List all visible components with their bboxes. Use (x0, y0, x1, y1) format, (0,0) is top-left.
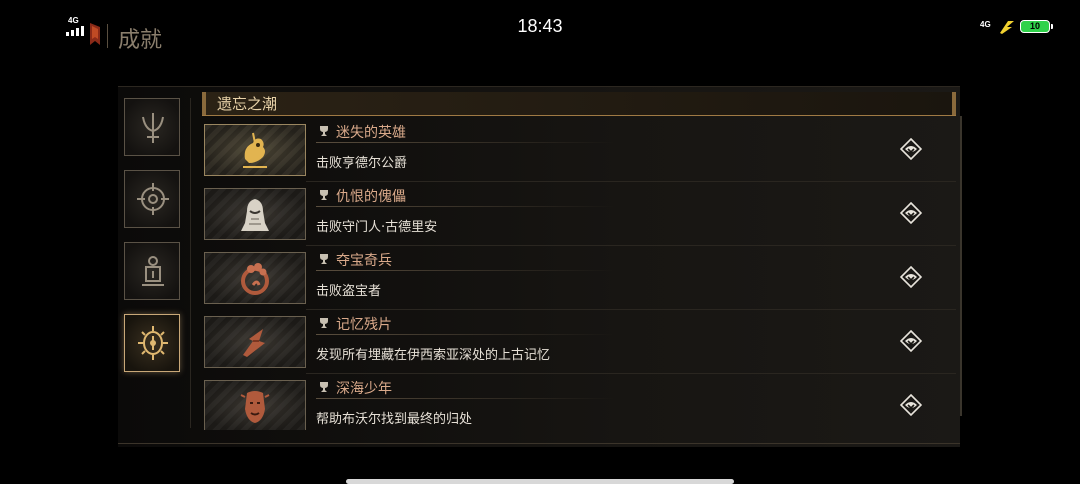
achievement-row[interactable]: 夺宝奇兵 击败盗宝者 (202, 246, 956, 310)
header-cap-right (952, 92, 956, 115)
shard-icon (243, 329, 265, 357)
trophy-icon (320, 254, 328, 264)
tab-compass[interactable] (124, 170, 180, 228)
compass-sigil-icon (137, 183, 169, 215)
eye-sun-icon (138, 326, 168, 360)
battery-icon: 10 (1020, 20, 1050, 33)
achievement-emblem-icon (900, 330, 922, 352)
golden-beast-icon (243, 132, 267, 168)
achievement-name: 夺宝奇兵 (336, 253, 392, 269)
name-underline (316, 398, 616, 399)
network-type-right: 4G (980, 20, 991, 29)
achievement-thumbnail (204, 124, 306, 176)
battery-cap (1051, 24, 1053, 29)
trophy-icon (320, 126, 328, 136)
charging-icon (1000, 21, 1014, 34)
home-indicator[interactable] (346, 479, 734, 484)
achievement-emblem-icon (900, 138, 922, 160)
achievement-name: 迷失的英雄 (336, 125, 406, 141)
achievement-name: 记忆残片 (336, 317, 392, 333)
achievement-emblem-icon (900, 202, 922, 224)
status-right: 4G 10 (980, 19, 1056, 37)
category-title: 遗忘之潮 (217, 95, 278, 113)
tab-eye-sun[interactable] (124, 314, 180, 372)
achievement-emblem-icon (900, 394, 922, 416)
achievement-row[interactable]: 迷失的英雄 击败亨德尔公爵 (202, 118, 956, 182)
achievement-name: 深海少年 (336, 381, 392, 397)
name-underline (316, 206, 616, 207)
hooded-figure-icon (241, 199, 269, 231)
panel-bottom-line (118, 443, 960, 444)
tab-trident[interactable] (124, 98, 180, 156)
achievement-emblem-icon (900, 266, 922, 288)
header-cap-left (202, 92, 206, 115)
snake-flower-icon (241, 263, 269, 295)
trophy-icon (320, 190, 328, 200)
achievement-description: 击败盗宝者 (316, 284, 382, 299)
shrine-icon (142, 256, 164, 286)
achievement-name: 仇恨的傀儡 (336, 189, 406, 205)
achievement-description: 帮助布沃尔找到最终的归处 (316, 412, 473, 427)
achievement-row[interactable]: 记忆残片 发现所有埋藏在伊西索亚深处的上古记忆 (202, 310, 956, 374)
scrollbar[interactable] (960, 116, 962, 416)
tab-shrine[interactable] (124, 242, 180, 300)
status-time: 18:43 (517, 16, 563, 36)
name-underline (316, 142, 616, 143)
category-header: 遗忘之潮 (202, 92, 956, 116)
achievement-thumbnail (204, 316, 306, 368)
trident-sword-icon (142, 113, 164, 143)
mask-face-icon (240, 391, 270, 423)
achievement-list[interactable]: 迷失的英雄 击败亨德尔公爵 仇恨的傀儡 击败守门人·古德里安 夺宝奇兵 击败盗宝… (202, 118, 956, 430)
achievement-row[interactable]: 仇恨的傀儡 击败守门人·古德里安 (202, 182, 956, 246)
trophy-icon (320, 318, 328, 328)
name-underline (316, 270, 616, 271)
side-divider (190, 98, 191, 428)
achievement-thumbnail (204, 380, 306, 430)
achievement-description: 击败亨德尔公爵 (316, 156, 408, 171)
achievement-thumbnail (204, 188, 306, 240)
name-underline (316, 334, 616, 335)
achievement-row[interactable]: 深海少年 帮助布沃尔找到最终的归处 (202, 374, 956, 430)
battery-level: 10 (1029, 21, 1040, 31)
achievement-thumbnail (204, 252, 306, 304)
achievement-description: 发现所有埋藏在伊西索亚深处的上古记忆 (316, 348, 551, 363)
achievement-description: 击败守门人·古德里安 (316, 220, 438, 235)
trophy-icon (320, 382, 328, 392)
